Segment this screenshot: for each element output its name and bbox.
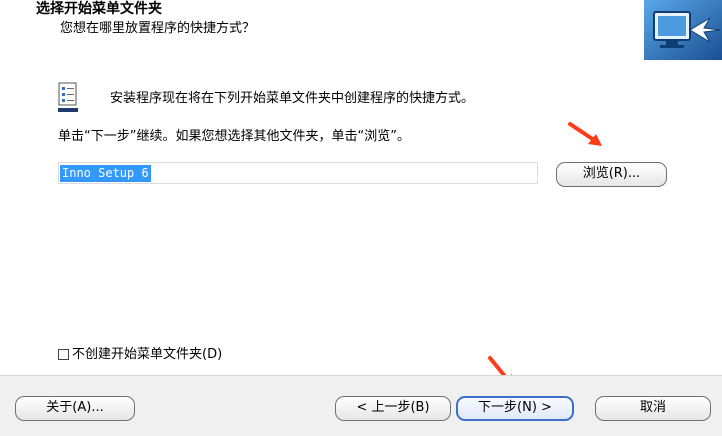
cancel-button[interactable]: 取消 — [595, 396, 711, 421]
back-button[interactable]: < 上一步(B) — [335, 396, 451, 421]
wizard-header: 选择开始菜单文件夹 您想在哪里放置程序的快捷方式？ — [0, 0, 722, 60]
annotation-arrow-icon — [568, 122, 602, 146]
folder-name-selected-text: Inno Setup 6 — [60, 165, 151, 182]
start-menu-folder-field[interactable]: Inno Setup 6 — [58, 162, 538, 184]
browse-button[interactable]: 浏览(R)... — [556, 162, 667, 187]
page-subtitle: 您想在哪里放置程序的快捷方式？ — [60, 21, 256, 36]
checkbox-box[interactable] — [58, 349, 69, 360]
about-button[interactable]: 关于(A)... — [15, 396, 135, 421]
info-text: 安装程序现在将在下列开始菜单文件夹中创建程序的快捷方式。 — [110, 91, 475, 106]
instruction-text: 单击“下一步”继续。如果您想选择其他文件夹，单击“浏览”。 — [58, 129, 410, 144]
start-menu-folder-icon — [58, 82, 78, 112]
setup-computer-icon — [644, 0, 722, 60]
checkbox-label: 不创建开始菜单文件夹(D) — [72, 347, 223, 362]
next-button[interactable]: 下一步(N) > — [456, 396, 574, 421]
page-title: 选择开始菜单文件夹 — [36, 1, 162, 17]
